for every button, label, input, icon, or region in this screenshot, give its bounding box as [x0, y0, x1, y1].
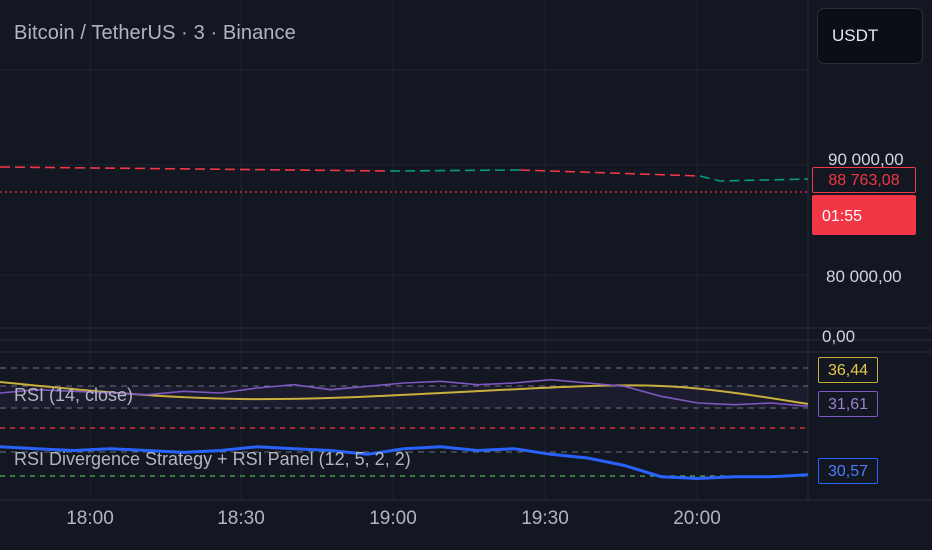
- time-label-1930: 19:30: [521, 508, 569, 529]
- time-label-1830: 18:30: [217, 508, 265, 529]
- time-label-1900: 19:00: [369, 508, 417, 529]
- rsi-ma-value-badge: 36,44: [818, 357, 878, 383]
- price-label-zero: 0,00: [822, 327, 856, 346]
- currency-button[interactable]: USDT: [817, 8, 923, 64]
- last-price-badge: 88 763,08: [812, 167, 916, 193]
- strategy-value-badge: 30,57: [818, 458, 878, 484]
- pane-separators[interactable]: [0, 0, 932, 501]
- price-dashed-line-down: [0, 166, 391, 172]
- rsi-value-badge: 31,61: [818, 391, 878, 417]
- countdown-badge: 01:55: [812, 195, 916, 235]
- price-dashed-line-up: [389, 169, 521, 172]
- time-label-1800: 18:00: [66, 508, 114, 529]
- strategy-indicator-label[interactable]: RSI Divergence Strategy + RSI Panel (12,…: [14, 449, 411, 470]
- price-label-80000: 80 000,00: [826, 267, 902, 286]
- price-dashed-line-up-2: [699, 175, 809, 182]
- rsi-indicator-label[interactable]: RSI (14, close): [14, 385, 133, 406]
- symbol-title[interactable]: Bitcoin / TetherUS · 3 · Binance: [14, 22, 296, 45]
- time-label-2000: 20:00: [673, 508, 721, 529]
- price-dashed-line-down-2: [519, 169, 701, 177]
- grid: [0, 0, 808, 500]
